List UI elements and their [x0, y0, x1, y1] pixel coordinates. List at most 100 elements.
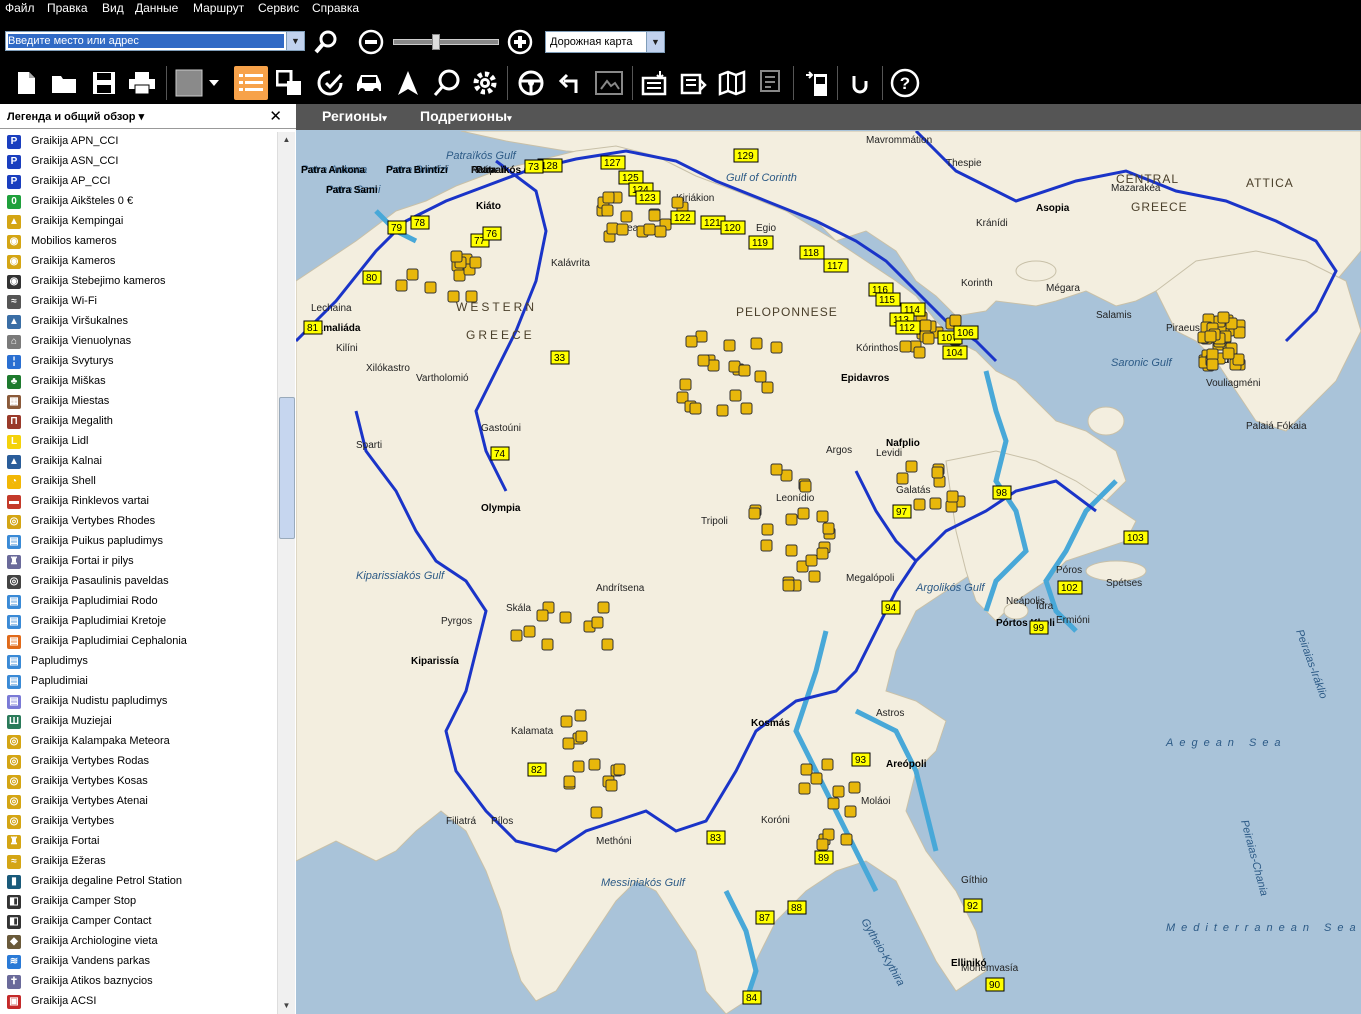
legend-item[interactable]: ◧ Graikija Camper Contact — [0, 912, 277, 932]
poi-marker[interactable] — [913, 346, 926, 359]
help-icon[interactable]: ? — [888, 66, 922, 100]
legend-item[interactable]: ▤ Graikija Papludimiai Rodo — [0, 592, 277, 612]
poi-marker[interactable] — [689, 402, 702, 415]
poi-marker[interactable] — [1206, 358, 1219, 371]
poi-marker[interactable] — [572, 760, 585, 773]
town-label[interactable]: Megalópoli — [846, 573, 894, 584]
poi-marker[interactable] — [671, 196, 684, 209]
close-icon[interactable]: ✕ — [269, 107, 282, 125]
poi-marker[interactable] — [782, 579, 795, 592]
poi-marker[interactable] — [510, 629, 523, 642]
open-folder-icon[interactable] — [47, 66, 81, 100]
poi-marker[interactable] — [740, 402, 753, 415]
town-label[interactable]: Methóni — [596, 836, 632, 847]
poi-marker[interactable] — [597, 601, 610, 614]
legend-scrollbar[interactable]: ▲ ▼ — [277, 132, 295, 1014]
poi-marker[interactable] — [620, 210, 633, 223]
town-label[interactable]: Lechaina — [311, 303, 352, 314]
town-label[interactable]: Astros — [876, 708, 904, 719]
poi-marker[interactable] — [1222, 347, 1235, 360]
poi-marker[interactable] — [800, 763, 813, 776]
poi-marker[interactable] — [450, 250, 463, 263]
town-label[interactable]: Korinth — [961, 278, 993, 289]
poi-marker[interactable] — [822, 828, 835, 841]
poi-marker[interactable] — [616, 223, 629, 236]
poi-marker[interactable] — [536, 609, 549, 622]
town-label[interactable]: Vartholomió — [416, 373, 469, 384]
town-label[interactable]: Kránídi — [976, 218, 1008, 229]
legend-item[interactable]: ▣ Graikija ACSI — [0, 992, 277, 1012]
legend-item[interactable]: ◎ Graikija Vertybes Rhodes — [0, 512, 277, 532]
car-icon[interactable] — [352, 66, 386, 100]
poi-marker[interactable] — [832, 785, 845, 798]
poi-marker[interactable] — [896, 472, 909, 485]
town-label[interactable]: Patra Sami — [326, 185, 378, 196]
town-label[interactable]: Andrítsena — [596, 583, 645, 594]
town-label[interactable]: Palaiá Fókaia — [1246, 421, 1307, 432]
legend-item[interactable]: ▤ Papludimiai — [0, 672, 277, 692]
new-file-icon[interactable] — [9, 66, 43, 100]
windows-icon[interactable] — [273, 66, 307, 100]
legend-item[interactable]: ▤ Papludimys — [0, 652, 277, 672]
tab-subregions[interactable]: Подрегионы▾ — [420, 108, 512, 124]
town-label[interactable]: Neápoli — [471, 165, 505, 176]
legend-item[interactable]: ◎ Graikija Vertybes Kosas — [0, 772, 277, 792]
pushpin-icon[interactable] — [430, 66, 464, 100]
list-icon[interactable] — [234, 66, 268, 100]
poi-marker[interactable] — [406, 268, 419, 281]
legend-item[interactable]: ≈ Graikija Ežeras — [0, 852, 277, 872]
legend-item[interactable]: ◉ Graikija Stebejimo kameros — [0, 272, 277, 292]
legend-item[interactable]: ≈ Graikija Wi-Fi — [0, 292, 277, 312]
poi-marker[interactable] — [761, 381, 774, 394]
poi-marker[interactable] — [754, 370, 767, 383]
poi-marker[interactable] — [797, 507, 810, 520]
poi-marker[interactable] — [810, 772, 823, 785]
poi-marker[interactable] — [799, 480, 812, 493]
poi-marker[interactable] — [946, 490, 959, 503]
legend-item[interactable]: ▬ Graikija Rinklevos vartai — [0, 492, 277, 512]
poi-marker[interactable] — [840, 833, 853, 846]
legend-item[interactable]: P Graikija APN_CCI — [0, 132, 277, 152]
poi-marker[interactable] — [591, 616, 604, 629]
town-label[interactable]: Gíthio — [961, 875, 988, 886]
legend-item[interactable]: ▤ Graikija Nudistu papludimys — [0, 692, 277, 712]
navigation-arrow-icon[interactable] — [391, 66, 425, 100]
town-label[interactable]: Vouliagméni — [1206, 378, 1260, 389]
poi-marker[interactable] — [808, 570, 821, 583]
town-label[interactable]: Egio — [756, 223, 776, 234]
legend-item[interactable]: ◎ Graikija Vertybes — [0, 812, 277, 832]
legend-item[interactable]: ⌂ Graikija Vienuolynas — [0, 332, 277, 352]
poi-marker[interactable] — [913, 498, 926, 511]
town-label[interactable]: Mavrommátion — [866, 135, 932, 146]
poi-marker[interactable] — [798, 782, 811, 795]
map-style-dropdown-icon[interactable] — [203, 66, 225, 100]
legend-item[interactable]: ◎ Graikija Vertybes Atenai — [0, 792, 277, 812]
poi-marker[interactable] — [605, 779, 618, 792]
town-label[interactable]: Kilíni — [336, 343, 358, 354]
map-type-select[interactable]: Дорожная карта ▼ — [545, 31, 665, 53]
poi-marker[interactable] — [590, 806, 603, 819]
town-label[interactable]: Areópoli — [886, 759, 927, 770]
legend-item[interactable]: ♜ Graikija Fortai ir pilys — [0, 552, 277, 572]
poi-marker[interactable] — [922, 332, 935, 345]
town-label[interactable]: Skála — [506, 603, 531, 614]
poi-marker[interactable] — [654, 225, 667, 238]
menu-help[interactable]: Справка — [312, 1, 359, 15]
town-label[interactable]: Amaliáda — [316, 323, 361, 334]
legend-item[interactable]: P Graikija ASN_CCI — [0, 152, 277, 172]
legend-item[interactable]: ▤ Graikija Puikus papludimys — [0, 532, 277, 552]
poi-marker[interactable] — [575, 730, 588, 743]
tab-regions[interactable]: Регионы▾ — [322, 108, 387, 124]
zoom-slider-knob[interactable] — [432, 34, 440, 50]
poi-marker[interactable] — [761, 523, 774, 536]
route-icon[interactable] — [313, 66, 347, 100]
town-label[interactable]: Kalávrita — [551, 258, 590, 269]
poi-marker[interactable] — [728, 360, 741, 373]
poi-marker[interactable] — [827, 797, 840, 810]
poi-marker[interactable] — [805, 554, 818, 567]
poi-marker[interactable] — [563, 775, 576, 788]
poi-marker[interactable] — [606, 222, 619, 235]
poi-marker[interactable] — [899, 340, 912, 353]
poi-marker[interactable] — [613, 763, 626, 776]
poi-marker[interactable] — [750, 337, 763, 350]
